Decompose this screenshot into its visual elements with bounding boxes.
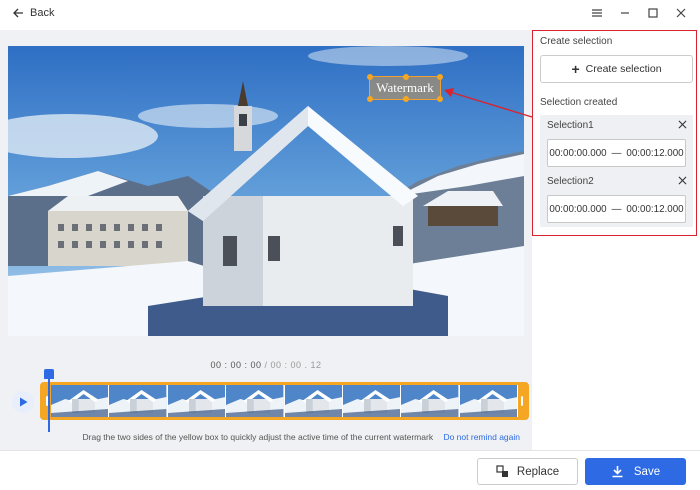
create-selection-label: Create selection xyxy=(585,63,662,75)
watermark-text: Watermark xyxy=(376,80,434,95)
hint-bar: Drag the two sides of the yellow box to … xyxy=(0,432,520,442)
selection-name: Selection1 xyxy=(547,120,594,131)
time-separator: / xyxy=(261,360,271,370)
timeline-strip[interactable] xyxy=(40,382,529,420)
timeline-frame xyxy=(167,385,227,417)
start-time: 00:00:00.000 xyxy=(549,147,607,159)
timeline-frame xyxy=(401,385,460,417)
hint-text: Drag the two sides of the yellow box to … xyxy=(82,432,434,442)
highlight-frame: Create selection + Create selection Sele… xyxy=(532,30,697,236)
timeline-frame xyxy=(51,385,110,417)
close-icon[interactable] xyxy=(676,118,688,130)
replace-button[interactable]: Replace xyxy=(477,458,578,485)
resize-handle[interactable] xyxy=(403,74,409,80)
timeline-frame xyxy=(109,385,168,417)
back-label: Back xyxy=(30,7,55,19)
selection-name: Selection2 xyxy=(547,176,594,187)
time-readout: 00 : 00 : 00 / 00 : 00 . 12 xyxy=(0,360,532,370)
replace-label: Replace xyxy=(516,465,560,478)
create-selection-button[interactable]: + Create selection xyxy=(540,55,693,83)
end-time: 00:00:12.000 xyxy=(626,203,684,215)
timeline-frame xyxy=(226,385,285,417)
back-button[interactable]: Back xyxy=(12,7,54,19)
range-dash: — xyxy=(611,147,622,159)
range-dash: — xyxy=(611,203,622,215)
resize-handle[interactable] xyxy=(367,96,373,102)
close-icon[interactable] xyxy=(676,174,688,186)
selection-time-range[interactable]: 00:00:00.000 — 00:00:12.000 xyxy=(547,139,686,167)
arrow-left-icon xyxy=(13,8,23,18)
window-controls xyxy=(590,6,688,20)
create-selection-title: Create selection xyxy=(540,36,613,47)
maximize-icon[interactable] xyxy=(646,6,660,20)
do-not-remind-link[interactable]: Do not remind again xyxy=(443,432,520,442)
current-time: 00 : 00 : 00 xyxy=(210,360,262,370)
frame-strip xyxy=(51,385,518,417)
play-button[interactable] xyxy=(12,391,34,413)
end-time: 00:00:12.000 xyxy=(626,147,684,159)
title-bar: Back xyxy=(0,0,700,30)
selection-card[interactable]: Selection1 00:00:00.000 — 00:00:12.000 xyxy=(540,115,693,171)
timeline-frame xyxy=(342,385,402,417)
plus-icon: + xyxy=(571,61,580,77)
close-window-icon[interactable] xyxy=(674,6,688,20)
timeline-frame xyxy=(459,385,518,417)
watermark-selection-box[interactable]: Watermark xyxy=(367,74,443,102)
start-time: 00:00:00.000 xyxy=(549,203,607,215)
selection-card[interactable]: Selection2 00:00:00.000 — 00:00:12.000 xyxy=(540,171,693,227)
menu-icon[interactable] xyxy=(590,6,604,20)
selection-time-range[interactable]: 00:00:00.000 — 00:00:12.000 xyxy=(547,195,686,223)
download-icon xyxy=(612,466,623,478)
minimize-icon[interactable] xyxy=(618,6,632,20)
selection-created-title: Selection created xyxy=(540,97,618,108)
timeline-frame xyxy=(284,385,343,417)
save-button[interactable]: Save xyxy=(585,458,686,485)
play-icon xyxy=(20,397,28,407)
replace-icon xyxy=(496,465,508,477)
resize-handle[interactable] xyxy=(367,74,373,80)
total-time: 00 : 00 . 12 xyxy=(270,360,322,370)
selection-panel: Create selection + Create selection Sele… xyxy=(532,30,700,450)
save-label: Save xyxy=(633,465,661,478)
playhead[interactable] xyxy=(44,369,54,432)
resize-handle[interactable] xyxy=(403,96,409,102)
annotation-arrow xyxy=(444,88,533,118)
timeline-end-handle[interactable] xyxy=(518,385,526,417)
footer-bar: Replace Save xyxy=(0,450,700,490)
